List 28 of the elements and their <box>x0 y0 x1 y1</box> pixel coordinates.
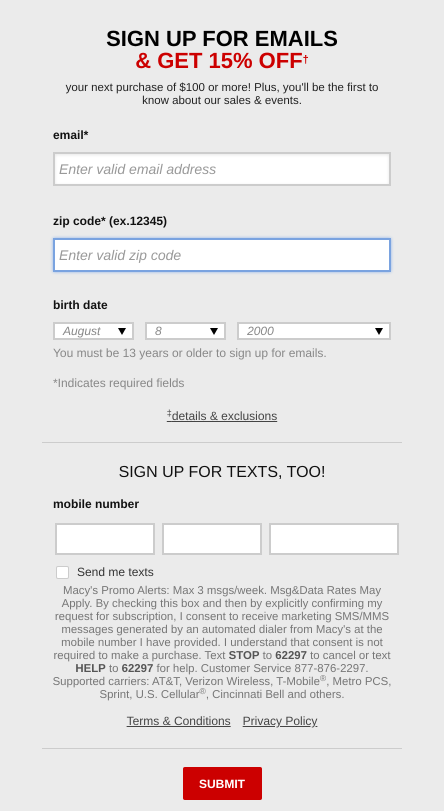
phone-field[interactable] <box>55 523 155 555</box>
field-label: email* <box>53 127 90 144</box>
checkbox-label: Send me texts <box>77 564 154 581</box>
dropdown[interactable]: 2000 <box>237 322 391 340</box>
caret-icon <box>210 328 218 334</box>
text-field[interactable]: Enter valid zip code <box>53 238 391 272</box>
caret-icon <box>118 328 126 334</box>
footer-link[interactable]: Privacy Policy <box>242 712 318 730</box>
field-label: zip code* (ex.12345) <box>53 213 168 230</box>
dropdown[interactable]: August <box>53 322 134 340</box>
caret-icon <box>374 328 383 334</box>
dropdown[interactable]: 8 <box>145 322 226 340</box>
submit-button[interactable]: SUBMIT <box>182 767 262 800</box>
age-note: You must be 13 years or older to sign up for emails. <box>53 345 328 362</box>
details-link[interactable]: $^{‡}$details & exclusions <box>166 409 278 423</box>
field-label: birth date <box>53 297 109 314</box>
offer-heading: & GET 15% OFF$^{†}$ <box>134 50 310 72</box>
intro-text: your next purchase of $100 or more! Plus, you'll be the first to know about our sales & events. <box>64 82 380 108</box>
section-heading: SIGN UP FOR TEXTS, TOO! <box>118 463 326 483</box>
footer-link[interactable]: Terms & Conditions <box>126 712 231 730</box>
text-field[interactable]: Enter valid email address <box>53 152 391 186</box>
phone-field[interactable] <box>162 523 262 555</box>
heading: SIGN UP FOR EMAILS <box>105 28 339 50</box>
checkbox[interactable] <box>56 566 69 578</box>
phone-field[interactable] <box>269 523 399 555</box>
required-note: *Indicates required fields <box>53 375 186 392</box>
disclaimer-text: Macy's Promo Alerts: Max 3 msgs/week. Msg&Data Rates May Apply. By checking this box and then by explicitly confirming my request for subscription, I consent to receive marketing SMS/MMS messages generated by an automated dialer from Macy's at the mobile number I have provided. I understand that consent is not required to make a purchase. Text STOP to 62297 to cancel or text HELP to 62297 for help. Customer Service 877-876-2297. Supported carriers: AT&T, Verizon Wireless, T-Mobile$^{®}$, Metro PCS, Sprint, U.S. Cellular$^{®}$, Cincinnati Bell and others. <box>52 584 392 702</box>
field-label: mobile number <box>53 496 140 513</box>
